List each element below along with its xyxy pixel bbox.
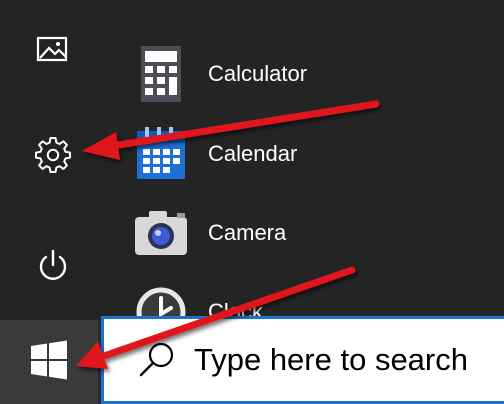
power-icon[interactable] [33, 246, 73, 286]
start-button[interactable] [0, 320, 98, 404]
screenshot: Calculator Calendar Camera Clock Type he… [0, 0, 504, 404]
camera-icon [130, 202, 192, 264]
pictures-icon[interactable] [33, 30, 73, 70]
app-item-camera[interactable]: Camera [130, 201, 490, 265]
search-placeholder: Type here to search [194, 342, 468, 377]
app-item-calendar[interactable]: Calendar [130, 122, 490, 186]
search-icon [134, 337, 180, 383]
calculator-icon [130, 43, 192, 105]
calendar-icon [130, 123, 192, 185]
start-menu-left-rail [0, 0, 110, 320]
app-label-calendar: Calendar [208, 141, 298, 166]
windows-logo-icon [29, 340, 69, 385]
start-menu: Calculator Calendar Camera Clock [0, 0, 504, 337]
app-label-calculator: Calculator [208, 61, 308, 86]
settings-gear-icon[interactable] [33, 134, 73, 174]
app-item-calculator[interactable]: Calculator [130, 42, 490, 106]
taskbar-search-box[interactable]: Type here to search [101, 316, 504, 404]
app-label-camera: Camera [208, 220, 287, 245]
